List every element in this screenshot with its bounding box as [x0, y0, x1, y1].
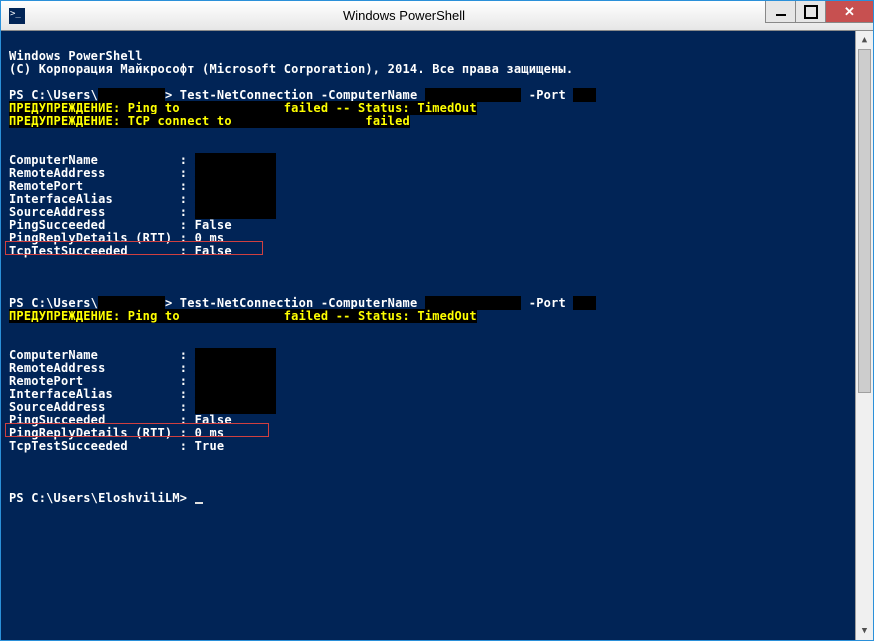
scroll-thumb[interactable]	[858, 49, 871, 393]
prompt-1: PS C:\Users\XXXXXXXXX> Test-NetConnectio…	[9, 88, 596, 102]
titlebar[interactable]: Windows PowerShell	[1, 1, 873, 31]
prop-pingreply-2: PingReplyDetails (RTT) : 0 ms	[9, 426, 224, 440]
scroll-track[interactable]	[856, 49, 873, 622]
banner-line1: Windows PowerShell	[9, 49, 143, 63]
vertical-scrollbar[interactable]: ▲ ▼	[855, 31, 873, 640]
prop-remoteport-2: RemotePort : XXXXXXXXXXX	[9, 374, 276, 388]
prop-interfacealias-2: InterfaceAlias : XXXXXXXXXXX	[9, 387, 276, 401]
powershell-icon	[9, 8, 25, 24]
prop-tcptest-1: TcpTestSucceeded : False	[9, 244, 232, 258]
prop-remoteaddress-2: RemoteAddress : XXXXXXXXXXX	[9, 361, 276, 375]
prop-sourceaddress-1: SourceAddress : XXXXXXXXXXX	[9, 205, 276, 219]
warning-1b: ПРЕДУПРЕЖДЕНИЕ: TCP connect to XXXXXXXXX…	[9, 114, 410, 128]
prompt-final: PS C:\Users\EloshviliLM>	[9, 491, 203, 505]
prop-pingsucceeded-1: PingSucceeded : False	[9, 218, 232, 232]
warning-2a: ПРЕДУПРЕЖДЕНИЕ: Ping to XXXXXXXXXXXX fai…	[9, 309, 477, 323]
scroll-up-button[interactable]: ▲	[856, 31, 873, 49]
prop-sourceaddress-2: SourceAddress : XXXXXXXXXXX	[9, 400, 276, 414]
warning-1a: ПРЕДУПРЕЖДЕНИЕ: Ping to XXXXXXXXXXXX fai…	[9, 101, 477, 115]
prop-computername-2: ComputerName : XXXXXXXXXXX	[9, 348, 276, 362]
prop-computername-1: ComputerName : XXXXXXXXXXX	[9, 153, 276, 167]
window-title: Windows PowerShell	[0, 8, 873, 23]
minimize-button[interactable]	[765, 1, 795, 23]
prompt-2: PS C:\Users\XXXXXXXXX> Test-NetConnectio…	[9, 296, 596, 310]
maximize-button[interactable]	[795, 1, 825, 23]
prop-interfacealias-1: InterfaceAlias : XXXXXXXXXXX	[9, 192, 276, 206]
close-button[interactable]	[825, 1, 873, 23]
console-output[interactable]: Windows PowerShell (C) Корпорация Майкро…	[1, 31, 855, 640]
client-area: Windows PowerShell (C) Корпорация Майкро…	[1, 31, 873, 640]
cursor	[195, 502, 203, 504]
scroll-down-button[interactable]: ▼	[856, 622, 873, 640]
window-controls	[765, 1, 873, 23]
banner-line2: (C) Корпорация Майкрософт (Microsoft Cor…	[9, 62, 573, 76]
prop-tcptest-2: TcpTestSucceeded : True	[9, 439, 224, 453]
prop-remoteaddress-1: RemoteAddress : XXXXXXXXXXX	[9, 166, 276, 180]
prop-pingsucceeded-2: PingSucceeded : False	[9, 413, 232, 427]
prop-remoteport-1: RemotePort : XXXXXXXXXXX	[9, 179, 276, 193]
prop-pingreply-1: PingReplyDetails (RTT) : 0 ms	[9, 231, 224, 245]
